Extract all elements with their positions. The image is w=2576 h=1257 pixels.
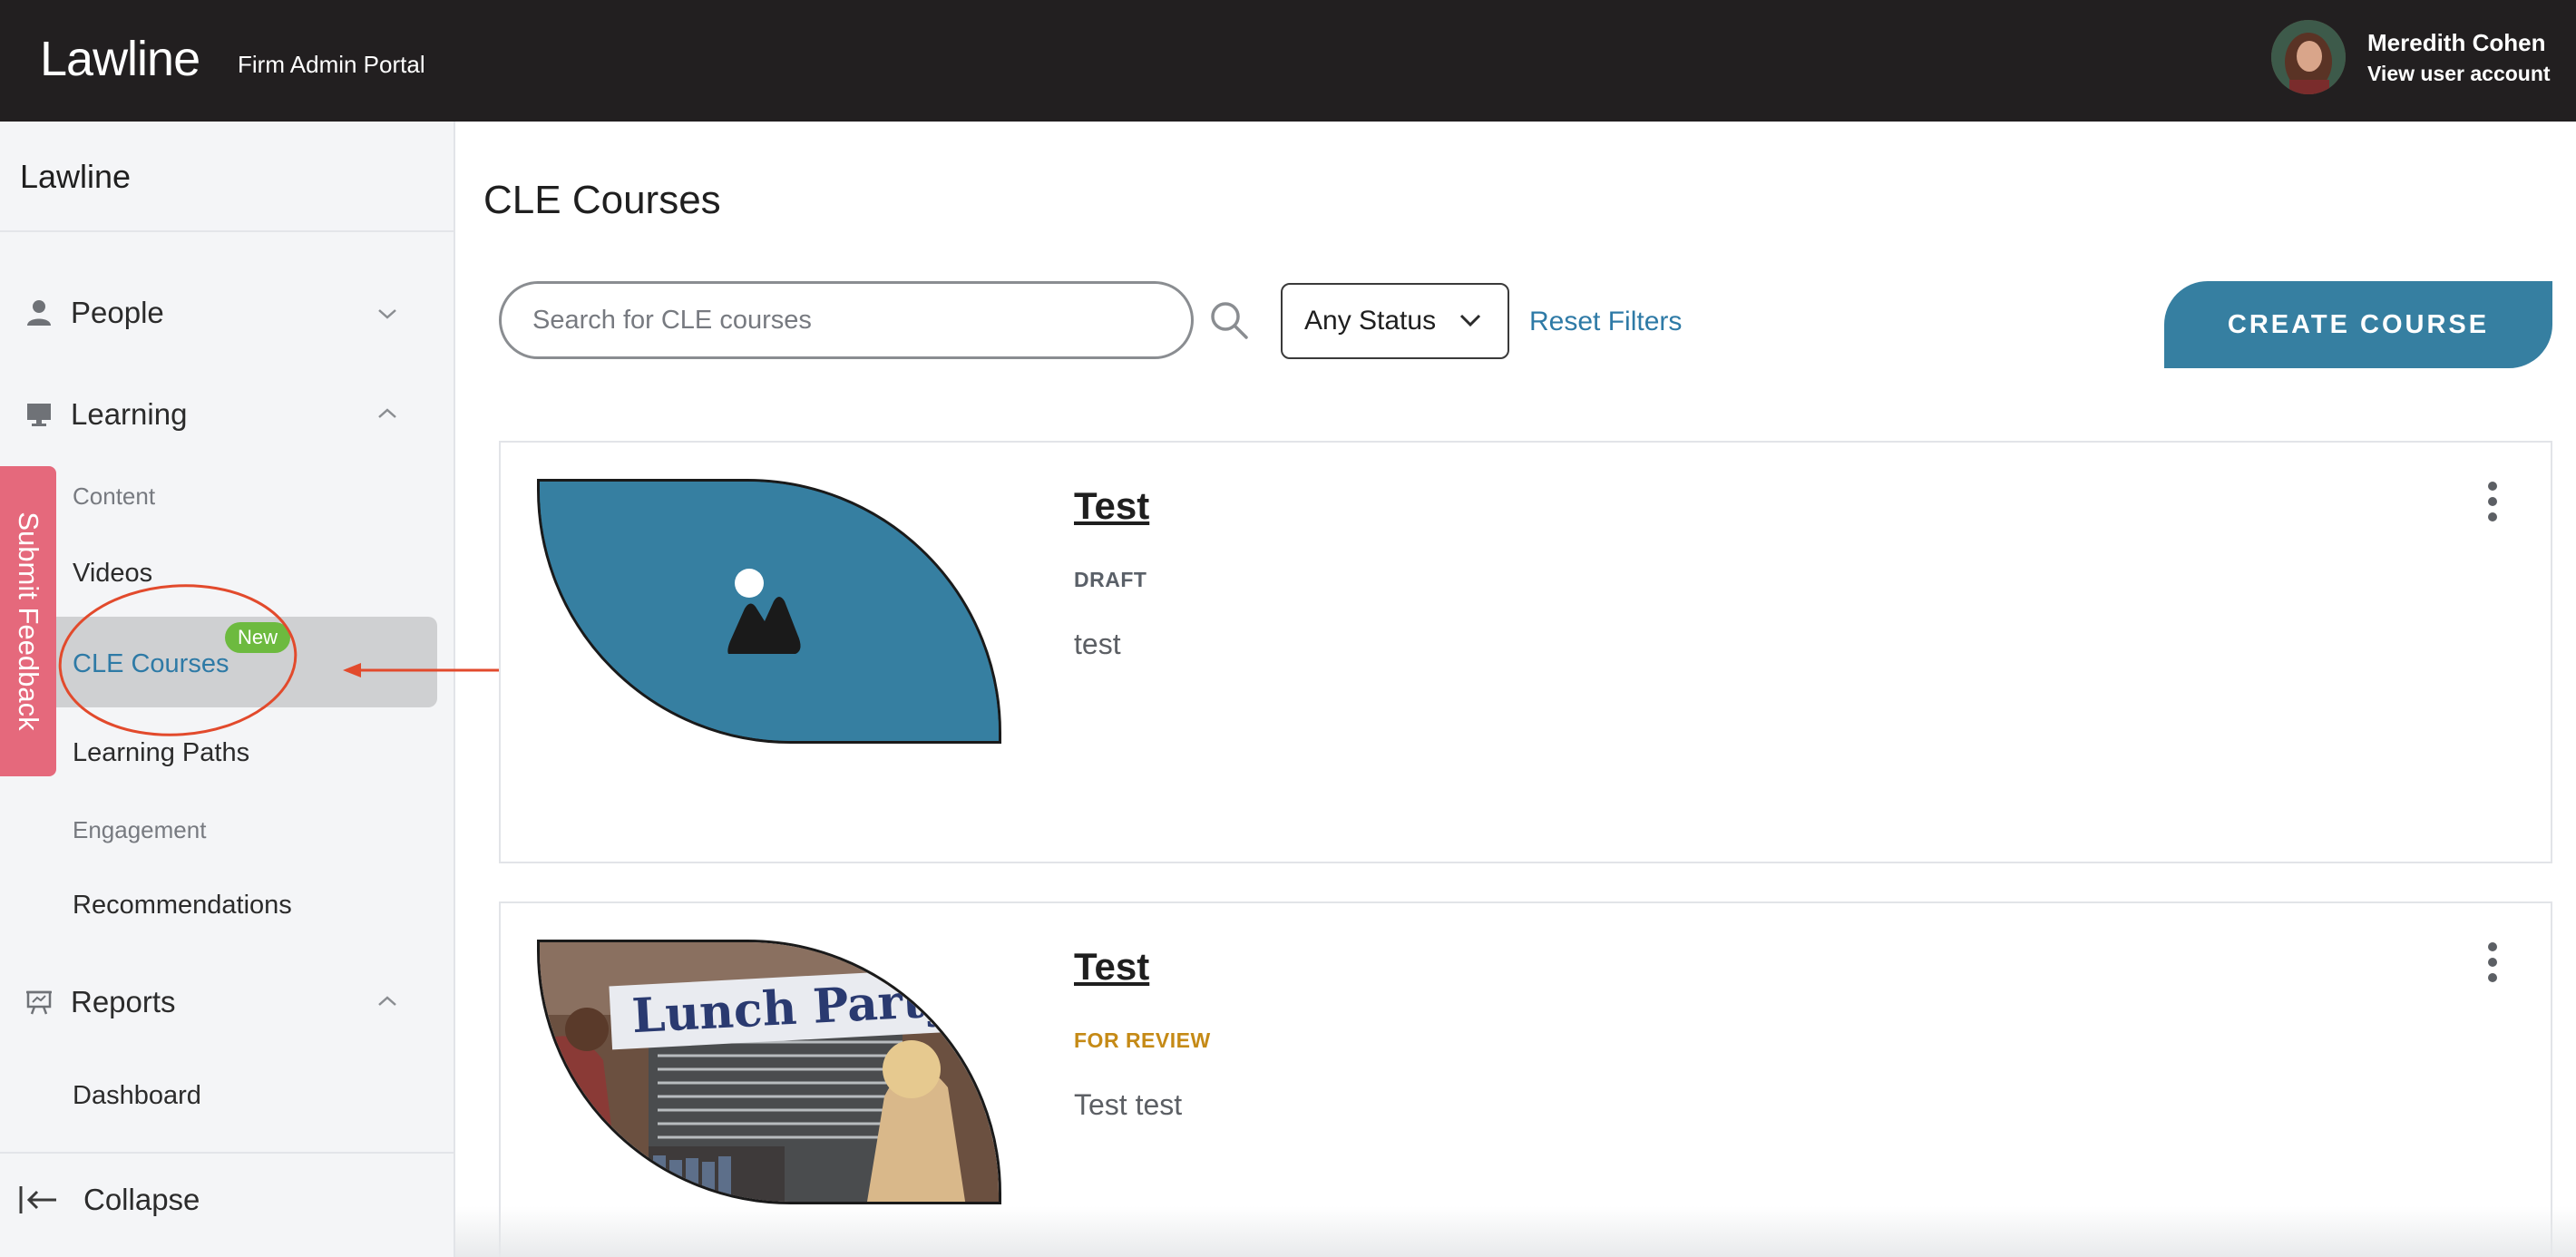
course-title-link[interactable]: Test [1074, 484, 1149, 528]
sidebar-divider [0, 1152, 454, 1154]
status-filter-value: Any Status [1304, 306, 1437, 336]
sidebar-group-label: Learning [71, 397, 188, 431]
course-description: Test test [1074, 1088, 1183, 1121]
sidebar-group-learning[interactable]: Learning [25, 397, 187, 432]
collapse-left-icon [19, 1186, 56, 1213]
submit-feedback-tab[interactable]: Submit Feedback [0, 466, 56, 776]
sidebar: Lawline People Learning Content Videos C… [0, 122, 455, 1257]
create-course-button[interactable]: CREATE COURSE [2164, 281, 2552, 368]
lunch-party-photo: Lunch Party [540, 942, 999, 1202]
more-options-icon[interactable] [2483, 941, 2502, 983]
sidebar-section-content: Content [73, 482, 156, 510]
course-status: FOR REVIEW [1074, 1028, 1211, 1052]
search-input[interactable] [499, 281, 1194, 359]
new-badge: New [225, 622, 290, 653]
sidebar-group-label: Reports [71, 985, 176, 1018]
sidebar-item-videos[interactable]: Videos [73, 559, 152, 589]
scroll-fade [455, 1206, 2576, 1257]
sidebar-divider [0, 230, 454, 232]
chevron-down-icon[interactable] [374, 305, 401, 323]
chevron-up-icon[interactable] [374, 992, 401, 1010]
course-status: DRAFT [1074, 568, 1147, 591]
more-options-icon[interactable] [2483, 481, 2502, 522]
sidebar-item-learning-paths[interactable]: Learning Paths [73, 738, 249, 768]
view-user-account-link[interactable]: View user account [2367, 62, 2551, 86]
status-filter-select[interactable]: Any Status [1281, 283, 1509, 359]
person-icon [25, 299, 53, 326]
page-title: CLE Courses [483, 178, 721, 222]
collapse-button[interactable]: Collapse [18, 1183, 200, 1217]
course-card[interactable]: Test DRAFT test [499, 441, 2552, 863]
sidebar-section-engagement: Engagement [73, 816, 207, 843]
monitor-icon [25, 401, 53, 428]
sidebar-item-label: CLE Courses [73, 649, 229, 678]
presentation-icon [25, 989, 53, 1016]
sidebar-title: Lawline [20, 158, 132, 195]
sidebar-item-recommendations[interactable]: Recommendations [73, 891, 292, 921]
course-thumbnail[interactable] [537, 479, 1001, 744]
portal-label: Firm Admin Portal [238, 51, 425, 78]
reset-filters-link[interactable]: Reset Filters [1529, 307, 1682, 337]
course-thumbnail[interactable]: Lunch Party [537, 940, 1001, 1204]
course-card[interactable]: Lunch Party Test FOR REVIEW Test test [499, 901, 2552, 1257]
sidebar-group-reports[interactable]: Reports [25, 985, 176, 1019]
sidebar-item-dashboard[interactable]: Dashboard [73, 1081, 201, 1111]
user-name[interactable]: Meredith Cohen [2367, 29, 2545, 57]
collapse-label: Collapse [83, 1183, 200, 1216]
search-icon[interactable] [1208, 299, 1250, 341]
course-title-link[interactable]: Test [1074, 945, 1149, 989]
course-description: test [1074, 628, 1121, 660]
chevron-up-icon[interactable] [374, 404, 401, 423]
top-bar: Lawline Firm Admin Portal Meredith Cohen… [0, 0, 2576, 122]
sidebar-group-people[interactable]: People [25, 296, 164, 330]
image-placeholder-icon [540, 482, 999, 741]
avatar[interactable] [2271, 20, 2346, 94]
submit-feedback-label: Submit Feedback [13, 512, 44, 731]
chevron-down-icon [1459, 314, 1481, 327]
sidebar-group-label: People [71, 296, 164, 329]
brand-logo[interactable]: Lawline [40, 31, 200, 87]
